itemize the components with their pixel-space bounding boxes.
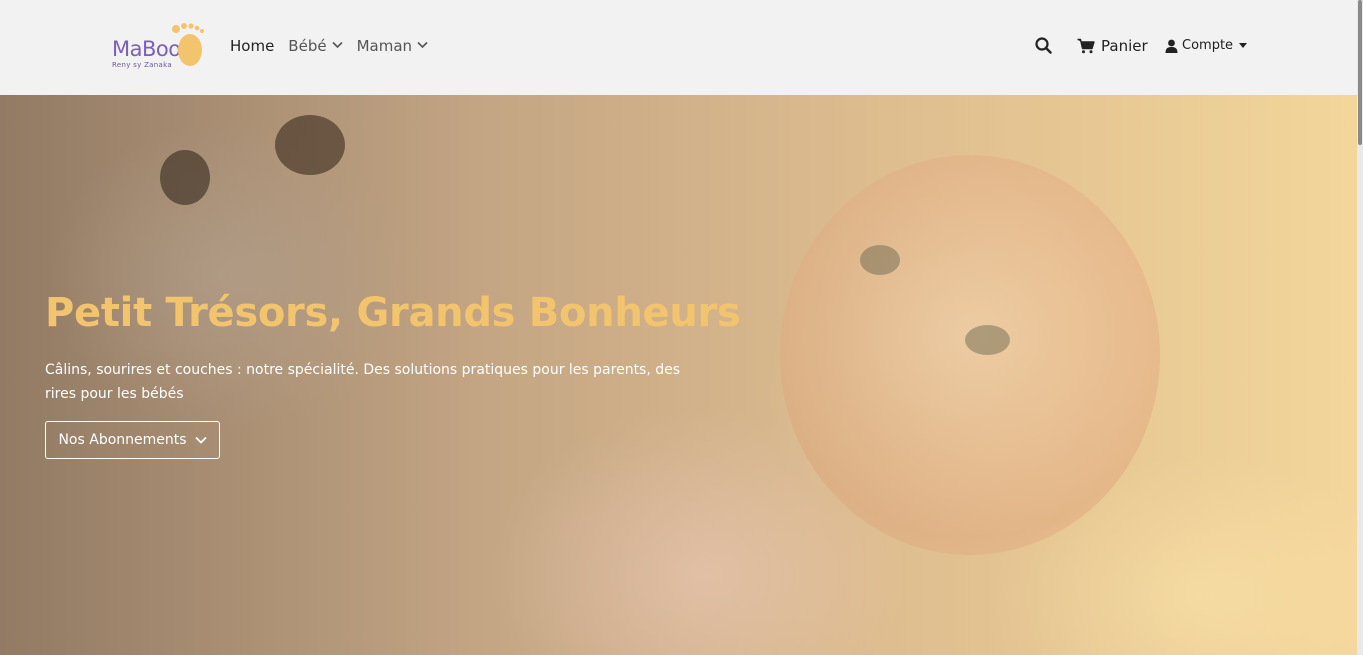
brand-tagline: Reny sy Zanaka: [112, 61, 172, 69]
chevron-down-icon: [194, 436, 207, 444]
nav-home-link[interactable]: Home: [230, 37, 274, 55]
cart-link[interactable]: Panier: [1077, 37, 1148, 55]
caret-down-icon: [1239, 43, 1248, 48]
scrollbar-thumb[interactable]: [1358, 0, 1362, 145]
chevron-down-icon: [332, 41, 343, 49]
main-nav: Home Bébé Maman: [230, 37, 428, 55]
chevron-down-icon: [417, 41, 428, 49]
nav-maman-dropdown[interactable]: Maman: [357, 37, 428, 55]
search-button[interactable]: [1035, 37, 1052, 54]
hero-subtitle: Câlins, sourires et couches : notre spéc…: [45, 362, 681, 402]
search-icon: [1035, 37, 1052, 54]
cart-icon: [1077, 38, 1095, 54]
account-dropdown[interactable]: Compte: [1165, 38, 1248, 53]
subscriptions-button[interactable]: Nos Abonnements: [45, 421, 220, 459]
account-label: Compte: [1182, 38, 1234, 53]
cart-label: Panier: [1101, 37, 1148, 55]
nav-bebe-dropdown[interactable]: Bébé: [288, 37, 343, 55]
navbar: MaBoo Reny sy Zanaka Home Bébé Maman Pan…: [0, 0, 1357, 95]
hero-title: Petit Trésors, Grands Bonheurs: [45, 290, 741, 336]
nav-maman-label: Maman: [356, 37, 413, 55]
subscriptions-button-label: Nos Abonnements: [58, 432, 187, 448]
brand-logo[interactable]: MaBoo Reny sy Zanaka: [110, 20, 210, 72]
hero-banner: Petit Trésors, Grands Bonheurs Câlins, s…: [0, 95, 1357, 655]
nav-bebe-label: Bébé: [288, 37, 327, 55]
footprint-icon: [172, 23, 204, 66]
nav-home-label: Home: [230, 37, 275, 55]
user-icon: [1165, 39, 1178, 53]
